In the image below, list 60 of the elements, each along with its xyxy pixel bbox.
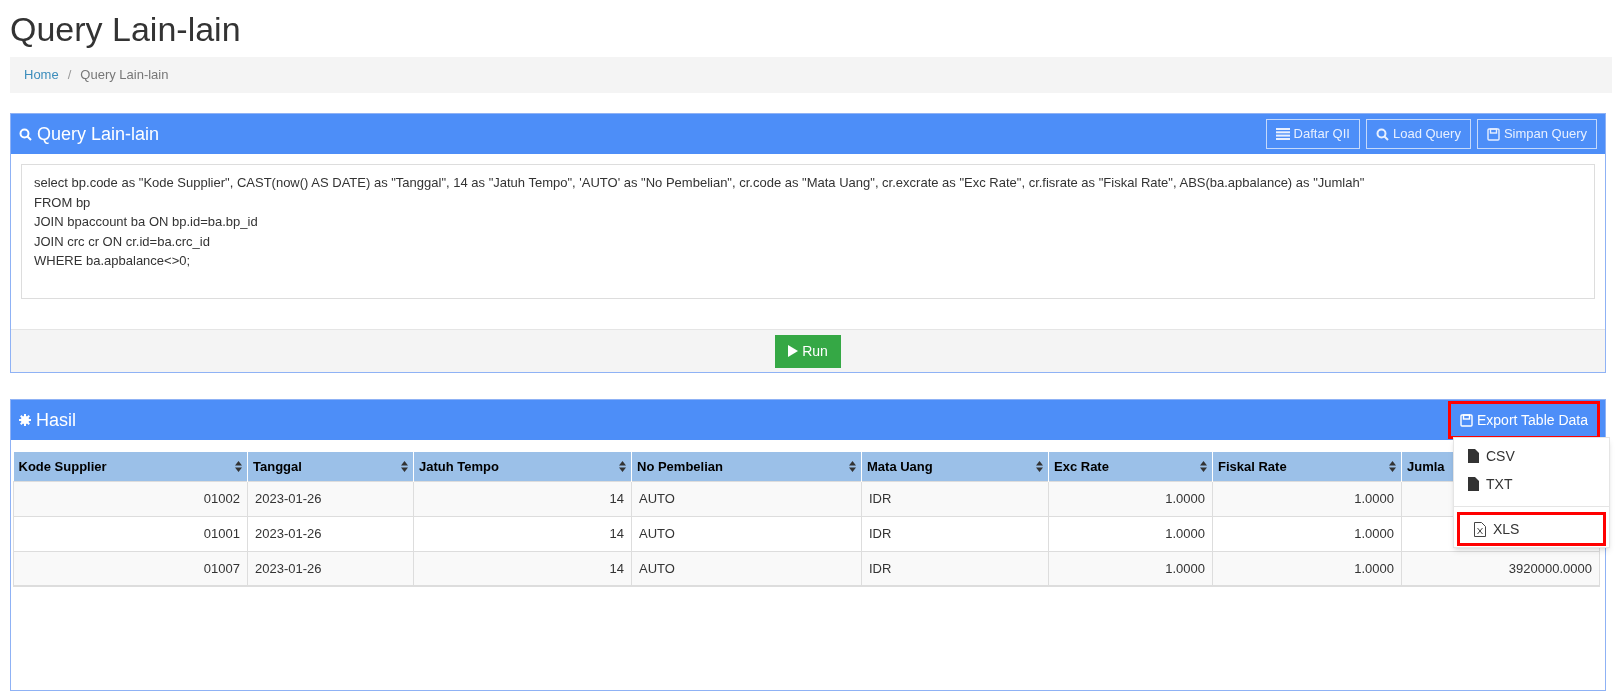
sort-icon <box>235 460 242 472</box>
code-line: FROM bp <box>34 193 91 212</box>
gear-icon <box>19 414 31 426</box>
table-cell: 01001 <box>203 525 240 541</box>
table-cell: 2023-01-26 <box>255 490 322 506</box>
menu-item[interactable]: CSV <box>1454 442 1609 470</box>
table-cell: 14 <box>609 525 624 541</box>
table-cell: AUTO <box>639 525 675 541</box>
table-cell: 14 <box>609 490 624 506</box>
table-cell: 2023-01-26 <box>255 560 322 576</box>
table-cell: 01007 <box>203 560 240 576</box>
table-cell: 1.0000 <box>1165 560 1205 576</box>
code-line: JOIN crc cr ON cr.id=ba.crc_id <box>34 232 210 251</box>
table-cell: 14 <box>609 560 624 576</box>
table-cell: AUTO <box>639 490 675 506</box>
column-header[interactable]: Fiskal Rate <box>1212 452 1402 481</box>
panel-title: Hasil <box>36 408 76 432</box>
code-line: WHERE ba.apbalance<>0; <box>34 252 191 270</box>
menu-item[interactable]: XLS <box>1460 515 1603 543</box>
column-header[interactable]: No Pembelian <box>631 452 862 481</box>
table-cell: IDR <box>869 490 892 506</box>
column-header[interactable]: Exc Rate <box>1048 452 1213 481</box>
table-cell: IDR <box>869 525 892 541</box>
column-header[interactable]: Mata Uang <box>861 452 1049 481</box>
page-title: Query Lain-lain <box>10 9 241 50</box>
sort-icon <box>849 460 856 472</box>
table-cell: 1.0000 <box>1354 490 1394 506</box>
table-cell: 1.0000 <box>1165 490 1205 506</box>
sort-icon <box>1200 460 1207 472</box>
sort-icon <box>1036 460 1043 472</box>
table-cell: 2023-01-26 <box>255 525 322 541</box>
file-icon <box>1468 449 1479 463</box>
table-cell: 3920000.0000 <box>1508 560 1592 576</box>
menu-item[interactable]: TXT <box>1454 470 1609 498</box>
table-cell: 01002 <box>203 490 240 506</box>
sort-icon <box>1389 460 1396 472</box>
save-icon <box>1459 413 1473 427</box>
column-header[interactable]: Jatuh Tempo <box>413 452 632 481</box>
breadcrumb-current: Query Lain-lain <box>80 66 169 85</box>
panel-title: Query Lain-lain <box>37 122 160 146</box>
play-icon <box>788 345 799 357</box>
column-header[interactable]: Tanggal <box>247 452 414 481</box>
save-icon <box>1486 127 1500 141</box>
search-icon <box>1375 127 1389 141</box>
sort-icon <box>401 460 408 472</box>
column-header[interactable]: Kode Supplier <box>13 452 248 481</box>
table-cell: 1.0000 <box>1354 525 1394 541</box>
spreadsheet-file-icon <box>1474 521 1486 537</box>
query-field[interactable] <box>21 164 1595 299</box>
search-icon <box>19 127 32 141</box>
sort-icon <box>619 460 626 472</box>
table-cell: IDR <box>869 560 892 576</box>
table-cell: 1.0000 <box>1354 560 1394 576</box>
code-line: JOIN bpaccount ba ON bp.id=ba.bp_id <box>34 213 258 231</box>
code-line: select bp.code as "Kode Supplier", CAST(now() AS DATE) as "Tanggal", 14 as "Jatuh Tempo", 'AUTO' as "No Pembelian", cr.code as "Mata Uang", cr.excrate as "Exc Rate", cr.fisrate as "Fiskal Rate", ABS(ba.apbalance) as "Jumlah" <box>34 174 1365 192</box>
table-cell: AUTO <box>639 560 675 576</box>
file-icon <box>1468 477 1479 491</box>
table-cell: 1.0000 <box>1165 525 1205 541</box>
breadcrumb-separator: / <box>66 66 73 85</box>
list-icon <box>1275 128 1290 140</box>
